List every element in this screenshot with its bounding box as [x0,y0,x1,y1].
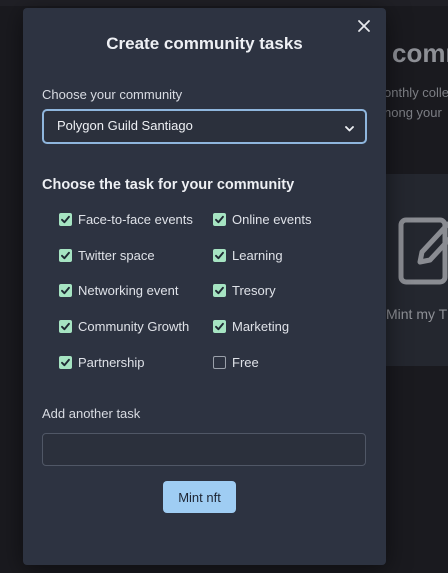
task-twitter-space[interactable]: Twitter space [59,247,155,263]
background-desc-line-2: nong your [384,105,442,120]
task-checkbox[interactable] [213,248,226,262]
background-topbar [0,0,448,6]
task-checkbox[interactable] [59,355,72,369]
task-label: Learning [232,247,283,263]
task-label: Tresory [232,282,276,298]
task-tresory[interactable]: Tresory [213,282,276,298]
tasks-section-title: Choose the task for your community [42,177,295,193]
modal-title: Create community tasks [106,34,303,53]
task-checkbox[interactable] [59,319,72,333]
task-label: Networking event [78,282,179,298]
check-icon [215,251,224,259]
mint-nft-button[interactable]: Mint nft [163,481,236,513]
task-label: Community Growth [78,318,190,334]
task-community-growth[interactable]: Community Growth [59,318,189,334]
check-icon [215,322,224,330]
task-partnership[interactable]: Partnership [59,354,144,370]
task-checkbox[interactable] [59,283,72,297]
task-label: Free [232,354,259,370]
check-icon [61,358,70,366]
close-icon[interactable] [356,18,372,34]
create-tasks-modal: Create community tasks Choose your commu… [23,8,386,565]
task-face-to-face-events[interactable]: Face-to-face events [59,211,193,227]
check-icon [61,286,70,294]
task-label: Twitter space [78,247,155,263]
community-select[interactable]: Polygon Guild Santiago [42,109,367,144]
task-label: Partnership [78,354,145,370]
check-icon [215,286,224,294]
check-icon [61,322,70,330]
task-label: Face-to-face events [78,211,193,227]
task-checkbox[interactable] [213,283,226,297]
task-label: Marketing [232,318,290,334]
task-free[interactable]: Free [213,354,259,370]
check-icon [61,251,70,259]
task-label: Online events [232,211,312,227]
task-checkbox[interactable] [59,212,72,226]
task-checkbox[interactable] [59,248,72,262]
background-desc-line-1: onthly colle [384,85,448,100]
background-title: comm [392,38,448,68]
background-card-label: Mint my T [386,306,448,322]
check-icon [215,215,224,223]
task-online-events[interactable]: Online events [213,211,312,227]
another-task-label: Add another task [42,406,141,421]
task-checkbox[interactable] [213,319,226,333]
community-label: Choose your community [42,87,183,102]
task-checkbox[interactable] [213,212,226,226]
task-marketing[interactable]: Marketing [213,318,289,334]
task-checkbox[interactable] [213,355,226,369]
edit-pencil-icon [398,214,448,291]
task-learning[interactable]: Learning [213,247,283,263]
community-select-value: Polygon Guild Santiago [57,118,193,133]
chevron-down-icon [344,121,355,139]
task-networking-event[interactable]: Networking event [59,282,178,298]
another-task-input[interactable] [42,433,366,466]
check-icon [61,215,70,223]
